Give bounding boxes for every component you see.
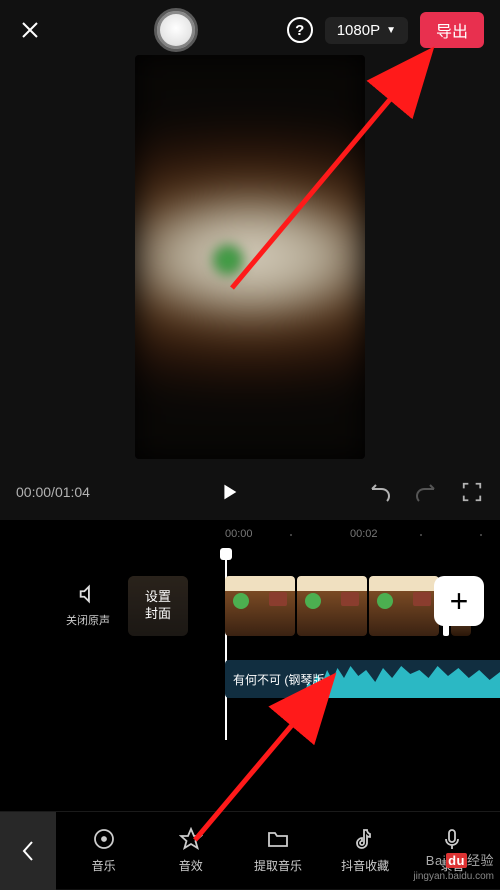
play-button[interactable] [213,476,245,508]
playback-time: 00:00/01:04 [16,484,90,500]
mute-label: 关闭原声 [66,612,110,628]
nav-douyin-favorites[interactable]: 抖音收藏 [330,827,400,874]
ruler-tick: 00:00 [225,528,253,540]
set-cover-button[interactable]: 设置 封面 [128,576,188,636]
nav-label: 抖音收藏 [341,857,389,874]
add-clip-button[interactable]: + [434,576,484,626]
disc-icon [92,827,116,851]
mute-original-audio[interactable]: 关闭原声 [64,582,112,628]
clip-thumbnail[interactable] [369,576,439,636]
ruler-tick-minor [290,534,292,536]
nav-extract-music[interactable]: 提取音乐 [243,827,313,874]
audio-track-label: 有何不可 (钢琴版 [225,671,324,688]
back-button[interactable] [0,812,56,890]
nav-sound-effect[interactable]: 音效 [156,827,226,874]
ruler-tick-minor [480,534,482,536]
timeline-panel: 00:00 00:02 关闭原声 设置 封面 + 有何不可 [0,520,500,811]
ruler-tick: 00:02 [350,528,378,540]
watermark: Baidu经验 jingyan.baidu.com [413,853,494,883]
waveform [305,660,500,698]
mic-icon [440,827,464,851]
audio-track[interactable]: 有何不可 (钢琴版 [225,660,500,698]
resolution-selector[interactable]: 1080P ▼ [325,17,408,44]
video-preview[interactable] [135,55,365,459]
star-icon [179,827,203,851]
nav-music[interactable]: 音乐 [69,827,139,874]
help-icon[interactable]: ? [287,17,313,43]
cover-label: 设置 封面 [128,576,188,636]
redo-button [414,480,438,504]
video-preview-area [0,60,500,460]
close-button[interactable] [16,16,44,44]
undo-button[interactable] [368,480,392,504]
record-indicator[interactable] [154,8,198,52]
nav-label: 提取音乐 [254,857,302,874]
chevron-down-icon: ▼ [386,25,396,36]
ruler-tick-minor [420,534,422,536]
clip-thumbnail[interactable] [225,576,295,636]
nav-label: 音乐 [92,857,116,874]
resolution-label: 1080P [337,22,380,39]
fullscreen-button[interactable] [460,480,484,504]
nav-label: 音效 [179,857,203,874]
speaker-icon [76,582,100,606]
timeline-ruler[interactable]: 00:00 00:02 [0,526,500,550]
folder-icon [266,827,290,851]
export-button[interactable]: 导出 [420,12,484,48]
douyin-icon [353,827,377,851]
clip-thumbnail[interactable] [297,576,367,636]
